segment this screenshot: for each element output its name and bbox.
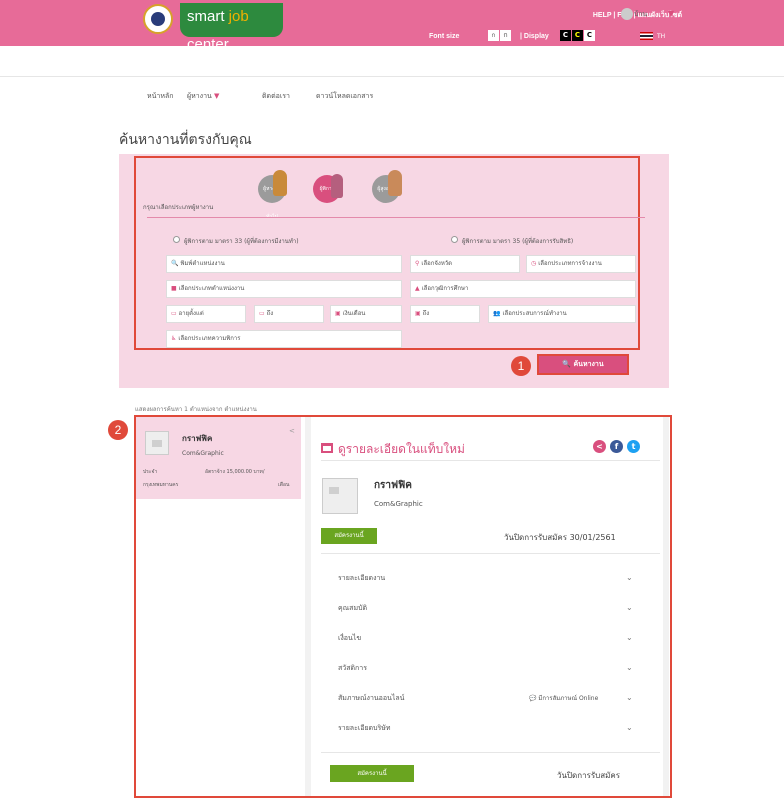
step-marker-1: 1: [511, 356, 531, 376]
chevron-down-icon[interactable]: ⌄: [626, 603, 633, 612]
section-benefits[interactable]: สวัสดิการ: [338, 663, 367, 674]
disability-type-select[interactable]: ♿ เลือกประเภทความพิการ: [166, 330, 402, 348]
job-type-select[interactable]: ■ เลือกประเภทตำแหน่งงาน: [166, 280, 402, 298]
facebook-icon[interactable]: f: [610, 440, 623, 453]
money-icon: ▣: [415, 310, 421, 317]
chevron-down-icon[interactable]: ⌄: [626, 663, 633, 672]
display-default[interactable]: C: [560, 30, 571, 41]
jobseeker-type-label: กรุณาเลือกประเภทผู้หางาน: [143, 204, 214, 211]
search-icon: 🔍: [171, 260, 179, 267]
wheelchair-icon: ♿: [171, 335, 177, 342]
wheelchair-icon: [331, 174, 343, 198]
step-marker-2: 2: [108, 420, 128, 440]
age-to-input[interactable]: ▭ ถึง: [254, 305, 324, 323]
job-province: กรุงเทพมหานคร: [143, 482, 179, 488]
location-pin-icon: ⚲: [415, 260, 420, 267]
results-count: แสดงผลการค้นหา 1 ตำแหน่งจาก ตำแหน่งงาน: [135, 406, 257, 413]
user-avatar-icon[interactable]: [621, 8, 633, 20]
chat-icon: 💬: [529, 695, 539, 702]
detail-job-title: กราฟฟิค: [374, 480, 412, 491]
calendar-icon: ▭: [259, 310, 265, 317]
money-icon: ▣: [335, 310, 341, 317]
radio-section-35[interactable]: [451, 236, 458, 243]
education-select[interactable]: ▲ เลือกวุฒิการศึกษา: [410, 280, 636, 298]
nav-contact[interactable]: ติดต่อเรา: [262, 91, 290, 102]
province-select[interactable]: ⚲ เลือกจังหวัด: [410, 255, 520, 273]
search-job-button[interactable]: 🔍 ค้นหางาน: [537, 354, 629, 375]
section-conditions[interactable]: เงื่อนไข: [338, 633, 361, 644]
divider: [147, 217, 645, 218]
apply-button-bottom[interactable]: สมัครงานนี้: [330, 765, 414, 782]
salary-to-input[interactable]: ▣ ถึง: [410, 305, 480, 323]
share-icon[interactable]: <: [593, 440, 606, 453]
person-general-icon: [273, 170, 287, 196]
company-logo-placeholder: [322, 478, 358, 514]
calendar-icon: ▭: [171, 310, 177, 317]
clock-icon: ◷: [531, 260, 537, 267]
radio-section-35-label[interactable]: ผู้พิการตาม มาตรา 35 (ผู้ที่ต้องการรับสิ…: [462, 236, 573, 246]
detail-scrollbar[interactable]: [663, 417, 669, 796]
elderly-person-icon: [388, 170, 402, 196]
list-scrollbar[interactable]: [305, 417, 311, 796]
language-selector[interactable]: TH: [657, 33, 665, 40]
section-qualifications[interactable]: คุณสมบัติ: [338, 603, 367, 614]
chevron-down-icon[interactable]: ⌄: [626, 633, 633, 642]
display-yellow[interactable]: C: [572, 30, 583, 41]
job-period: เดือน: [278, 482, 290, 488]
chevron-down-icon: ▼: [214, 92, 220, 100]
user-name[interactable]: บ้าน: [634, 9, 647, 20]
font-size-medium[interactable]: ก: [500, 30, 511, 41]
nav-download[interactable]: ดาวน์โหลดเอกสาร: [316, 91, 373, 102]
search-icon: 🔍: [562, 360, 574, 368]
section-job-details[interactable]: รายละเอียดงาน: [338, 573, 385, 584]
nav-home[interactable]: หน้าหลัก: [147, 91, 173, 102]
briefcase-icon: ■: [171, 285, 177, 292]
radio-section-33[interactable]: [173, 236, 180, 243]
job-salary: อัตราจ้าง 15,000.00 บาท/: [205, 469, 265, 475]
page-title: ค้นหางานที่ตรงกับคุณ: [119, 132, 252, 148]
position-input[interactable]: 🔍 พิมพ์ตำแหน่งงาน: [166, 255, 402, 273]
font-size-small[interactable]: ก: [488, 30, 499, 41]
display-label: | Display: [520, 33, 549, 40]
divider: [321, 752, 660, 753]
section-company-details[interactable]: รายละเอียดบริษัท: [338, 723, 391, 734]
apply-button[interactable]: สมัครงานนี้: [321, 528, 377, 544]
section-online-interview[interactable]: สัมภาษณ์งานออนไลน์: [338, 693, 404, 704]
font-size-label: Font size: [429, 33, 460, 40]
chevron-down-icon[interactable]: ⌄: [626, 573, 633, 582]
salary-from-input[interactable]: ▣ เงินเดือน: [330, 305, 402, 323]
chevron-down-icon[interactable]: ▼: [668, 9, 674, 18]
twitter-icon[interactable]: t: [627, 440, 640, 453]
graduation-cap-icon: ▲: [415, 285, 420, 292]
chevron-down-icon[interactable]: ⌄: [626, 693, 633, 702]
age-from-input[interactable]: ▭ อายุตั้งแต่: [166, 305, 246, 323]
online-interview-note: 💬 มีการสัมภาษณ์ Online: [529, 695, 599, 702]
employment-type-select[interactable]: ◷ เลือกประเภทการจ้างงาน: [526, 255, 636, 273]
user-bar: [0, 46, 784, 77]
chevron-down-icon[interactable]: ⌄: [626, 723, 633, 732]
company-logo-placeholder: [145, 431, 169, 455]
brand-logo[interactable]: smart job center: [180, 3, 283, 53]
display-white[interactable]: C: [584, 30, 595, 41]
detail-company-name: Com&Graphic: [374, 500, 423, 508]
job-location-label: ประจำ: [143, 469, 158, 475]
radio-section-33-label[interactable]: ผู้พิการตาม มาตรา 33 (ผู้ที่ต้องการมีงาน…: [184, 236, 299, 246]
ministry-logo[interactable]: [143, 4, 173, 34]
top-header: [0, 0, 784, 46]
divider: [321, 460, 660, 461]
nav-jobseeker[interactable]: ผู้หางาน ▼: [187, 91, 219, 102]
new-tab-icon[interactable]: [321, 443, 333, 453]
users-icon: 👥: [493, 310, 501, 317]
view-in-new-tab-link[interactable]: ดูรายละเอียดในแท็บใหม่: [338, 440, 465, 459]
company-name: Com&Graphic: [182, 450, 224, 457]
thai-flag-icon[interactable]: [640, 32, 653, 40]
share-icon[interactable]: <: [289, 427, 295, 435]
job-title[interactable]: กราฟฟิค: [182, 432, 212, 445]
closing-date-bottom: วันปิดการรับสมัคร: [557, 771, 621, 780]
closing-date: วันปิดการรับสมัคร 30/01/2561: [504, 533, 616, 542]
experience-select[interactable]: 👥 เลือกประสบการณ์ทำงาน: [488, 305, 636, 323]
divider: [321, 553, 660, 554]
